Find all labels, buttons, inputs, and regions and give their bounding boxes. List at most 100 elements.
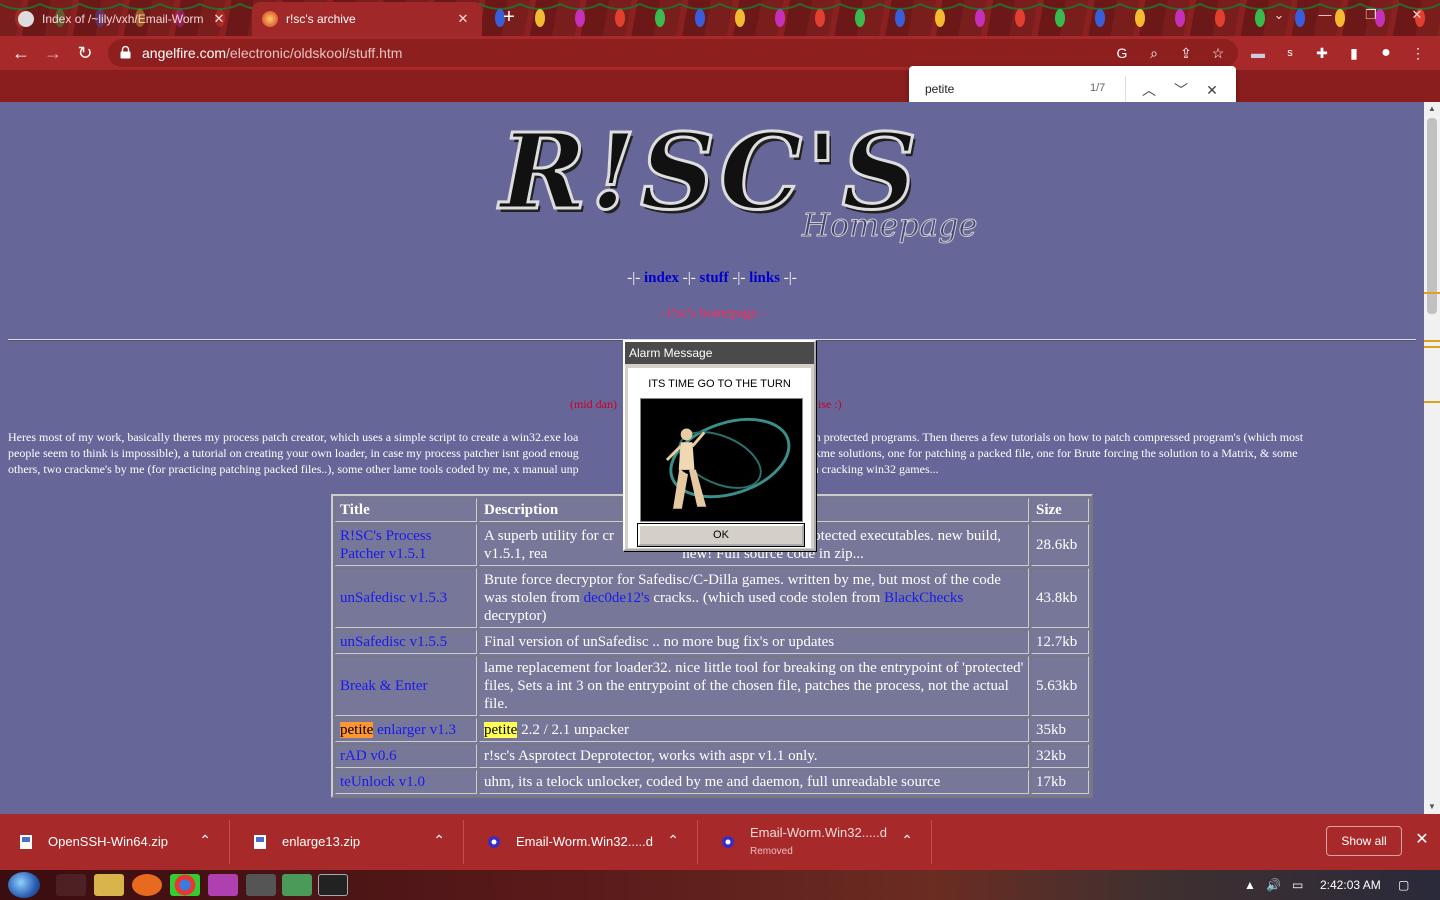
- tab-index-email-worm[interactable]: Index of /~lily/vxh/Email-Worm ✕: [8, 2, 238, 36]
- download-item[interactable]: Email-Worm.Win32.....d Removed ⌃: [702, 820, 932, 864]
- extension-flag-icon[interactable]: ▬: [1247, 42, 1269, 64]
- browser-toolbar: ← → ↻ angelfire.com/electronic/oldskool/…: [0, 36, 1440, 70]
- desc-link[interactable]: BlackChecks: [884, 590, 963, 606]
- download-item[interactable]: OpenSSH-Win64.zip ⌃: [0, 820, 230, 864]
- dialog-ok-button[interactable]: OK: [638, 524, 804, 546]
- tab-close-icon[interactable]: ✕: [210, 11, 228, 27]
- page-scrollbar[interactable]: ▲ ▼: [1424, 102, 1440, 814]
- desc-link[interactable]: dec0de12's: [584, 590, 650, 606]
- light-bulb: [975, 9, 985, 27]
- reload-button[interactable]: ↻: [72, 41, 98, 65]
- chevron-up-icon[interactable]: ⌃: [199, 832, 211, 849]
- nav-sep: -|-: [783, 270, 797, 286]
- minimize-button[interactable]: —: [1302, 0, 1348, 30]
- tab-search-chevron-icon[interactable]: ⌄: [1256, 0, 1302, 30]
- tab-title: r!sc's archive: [286, 12, 356, 26]
- light-bulb: [695, 9, 705, 27]
- share-icon[interactable]: ⇪: [1175, 42, 1197, 64]
- tab-close-icon[interactable]: ✕: [454, 11, 472, 27]
- worm-file-icon: [722, 836, 734, 848]
- light-bulb: [1135, 9, 1145, 27]
- nav-link-index[interactable]: index: [644, 270, 679, 286]
- download-name: OpenSSH-Win64.zip: [48, 834, 168, 849]
- title-link[interactable]: Break & Enter: [340, 678, 427, 694]
- title-link[interactable]: unSafedisc v1.5.5: [340, 634, 447, 650]
- nav-link-links[interactable]: links: [749, 270, 780, 286]
- tray-overflow-icon[interactable]: ▲: [1244, 878, 1256, 892]
- find-highlight-current: petite: [340, 722, 374, 738]
- find-previous-icon[interactable]: ︿: [1137, 78, 1161, 102]
- forward-button[interactable]: →: [40, 41, 66, 65]
- scroll-down-icon[interactable]: ▼: [1424, 800, 1440, 814]
- light-bulb: [855, 9, 865, 27]
- extension-s-icon[interactable]: s: [1279, 42, 1301, 64]
- profile-avatar-icon[interactable]: ●: [1375, 42, 1397, 64]
- network-icon[interactable]: ▭: [1292, 878, 1303, 892]
- find-next-icon[interactable]: ﹀: [1169, 78, 1193, 102]
- title-cell: petite enlarger v1.3: [335, 718, 477, 742]
- scroll-thumb[interactable]: [1427, 118, 1437, 314]
- table-row: teUnlock v1.0 uhm, its a telock unlocker…: [335, 770, 1089, 794]
- title-cell: unSafedisc v1.5.5: [335, 630, 477, 654]
- tab-risc-archive[interactable]: r!sc's archive ✕: [252, 2, 482, 36]
- find-input[interactable]: petite: [925, 82, 954, 96]
- title-cell: teUnlock v1.0: [335, 770, 477, 794]
- close-shelf-icon[interactable]: ✕: [1412, 830, 1432, 850]
- find-match-tick: [1424, 346, 1440, 348]
- app-icon[interactable]: [208, 874, 238, 896]
- title-link[interactable]: R!SC's Process Patcher v1.5.1: [340, 528, 431, 562]
- title-link[interactable]: unSafedisc v1.5.3: [340, 590, 447, 606]
- seven-zip-icon[interactable]: [246, 874, 276, 896]
- task-view-icon[interactable]: [56, 874, 86, 896]
- chevron-up-icon[interactable]: ⌃: [433, 832, 445, 849]
- desc-text: cracks.. (which used code stolen from: [649, 590, 885, 606]
- tab-favicon-icon: [262, 11, 278, 27]
- light-bulb: [935, 9, 945, 27]
- download-item[interactable]: Email-Worm.Win32.....d ⌃: [468, 820, 698, 864]
- red-note-left: (mid dan): [570, 397, 617, 411]
- light-bulb: [1215, 9, 1225, 27]
- bookmark-star-icon[interactable]: ☆: [1207, 42, 1229, 64]
- find-close-icon[interactable]: ✕: [1200, 78, 1224, 102]
- back-button[interactable]: ←: [8, 41, 34, 65]
- url-text: angelfire.com/electronic/oldskool/stuff.…: [142, 45, 402, 61]
- address-bar[interactable]: angelfire.com/electronic/oldskool/stuff.…: [108, 39, 1238, 67]
- light-bulb: [1175, 9, 1185, 27]
- show-all-button[interactable]: Show all: [1326, 826, 1402, 856]
- close-window-button[interactable]: ✕: [1394, 0, 1440, 30]
- firefox-icon[interactable]: [132, 874, 162, 896]
- command-prompt-icon[interactable]: [318, 874, 348, 896]
- tab-title: Index of /~lily/vxh/Email-Worm: [42, 12, 204, 26]
- homepage-link[interactable]: r!sc's homepage: [667, 306, 757, 321]
- description-cell: Final version of unSafedisc .. no more b…: [479, 630, 1029, 654]
- file-explorer-icon[interactable]: [94, 874, 124, 896]
- intro-text: people seem to think is impossible), a t…: [8, 446, 579, 460]
- volume-icon[interactable]: 🔊: [1266, 878, 1281, 892]
- scroll-up-icon[interactable]: ▲: [1424, 102, 1440, 116]
- menu-kebab-icon[interactable]: ⋮: [1407, 42, 1429, 64]
- size-cell: 43.8kb: [1031, 568, 1089, 628]
- side-panel-icon[interactable]: ▮: [1343, 42, 1365, 64]
- action-center-icon[interactable]: ▢: [1398, 878, 1409, 892]
- chevron-up-icon[interactable]: ⌃: [667, 832, 679, 849]
- site-logo: R!SC'S Homepage: [499, 109, 978, 260]
- title-link[interactable]: petite enlarger v1.3: [340, 722, 456, 738]
- title-link[interactable]: teUnlock v1.0: [340, 774, 425, 790]
- restore-button[interactable]: ❐: [1348, 0, 1394, 30]
- dialog-title[interactable]: Alarm Message: [625, 342, 814, 364]
- table-row: Break & Enter lame replacement for loade…: [335, 656, 1089, 716]
- red-note-right: ise :): [818, 397, 842, 411]
- new-tab-button[interactable]: +: [496, 6, 522, 30]
- clock[interactable]: 2:42:03 AM: [1320, 878, 1381, 892]
- zoom-icon[interactable]: ⌕: [1143, 42, 1165, 64]
- nav-link-stuff[interactable]: stuff: [699, 270, 728, 286]
- chevron-up-icon[interactable]: ⌃: [901, 832, 913, 849]
- title-link[interactable]: rAD v0.6: [340, 748, 397, 764]
- start-button[interactable]: [8, 872, 40, 898]
- notepad-icon[interactable]: [282, 874, 312, 896]
- google-lens-icon[interactable]: G: [1111, 42, 1133, 64]
- chrome-icon[interactable]: [170, 874, 200, 896]
- size-cell: 35kb: [1031, 718, 1089, 742]
- download-item[interactable]: enlarge13.zip ⌃: [234, 820, 464, 864]
- extensions-puzzle-icon[interactable]: ✚: [1311, 42, 1333, 64]
